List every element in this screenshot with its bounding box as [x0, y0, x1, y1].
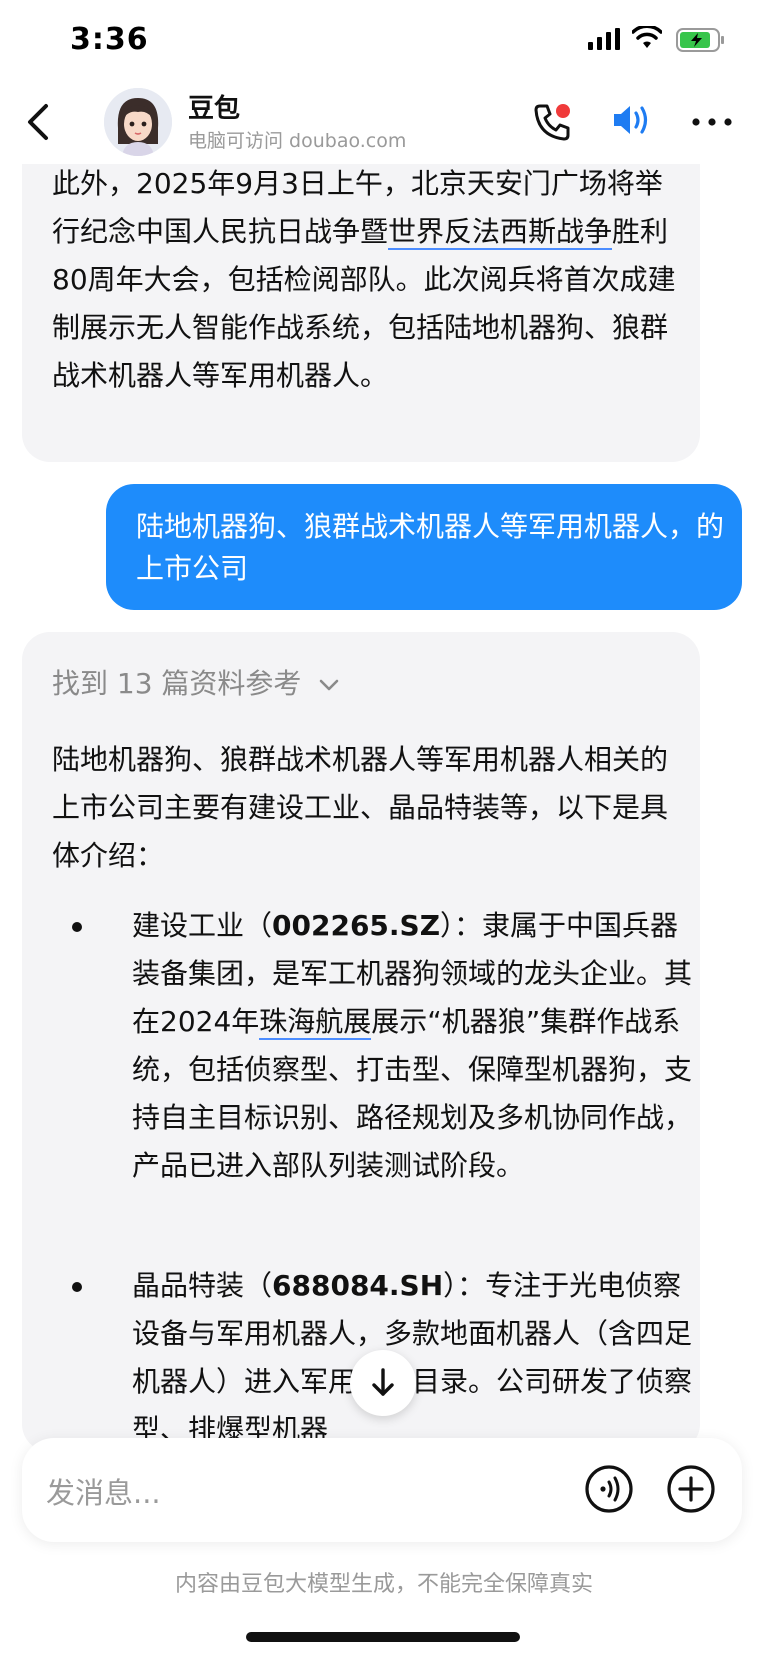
home-indicator — [246, 1632, 520, 1642]
avatar[interactable] — [104, 88, 172, 156]
message-intro: 陆地机器狗、狼群战术机器人等军用机器人相关的上市公司主要有建设工业、晶品特装等，… — [52, 743, 669, 872]
company-name: 晶品特装（ — [132, 1269, 273, 1302]
battery-icon — [676, 28, 724, 52]
list-item-text: 建设工业（002265.SZ）：隶属于中国兵器装备集团，是军工机器狗领域的龙头企… — [132, 902, 698, 1190]
assistant-message: 找到 13 篇资料参考 陆地机器狗、狼群战术机器人等军用机器人相关的上市公司主要… — [22, 632, 700, 1452]
back-icon[interactable] — [22, 100, 56, 144]
user-message: 陆地机器狗、狼群战术机器人等军用机器人，的上市公司 — [106, 484, 742, 610]
assistant-message: 此外，2025年9月3日上午，北京天安门广场将举行纪念中国人民抗日战争暨世界反法… — [22, 136, 700, 462]
plus-icon[interactable] — [666, 1464, 716, 1514]
status-bar: 3:36 — [0, 0, 768, 80]
bot-name: 豆包 — [188, 94, 241, 124]
more-icon[interactable] — [690, 102, 734, 142]
wifi-icon — [632, 26, 662, 48]
message-input[interactable]: 发消息... — [46, 1470, 161, 1512]
company-name: 建设工业（ — [132, 909, 273, 942]
scroll-to-bottom-button[interactable] — [350, 1350, 416, 1416]
avatar-illustration — [104, 88, 172, 156]
bot-subtitle: 电脑可访问 doubao.com — [188, 130, 407, 152]
inline-link[interactable]: 世界反法西斯战争 — [388, 215, 613, 250]
speaker-icon[interactable] — [610, 98, 654, 142]
inline-link[interactable]: 珠海航展 — [259, 1005, 372, 1040]
signal-icon — [588, 28, 620, 50]
arrow-down-icon — [372, 1368, 394, 1396]
voice-icon[interactable] — [584, 1464, 634, 1514]
notification-dot — [556, 104, 570, 118]
references-label: 找到 13 篇资料参考 — [52, 667, 302, 700]
bullet-dot — [72, 922, 82, 932]
ai-disclaimer: 内容由豆包大模型生成，不能完全保障真实 — [174, 1572, 593, 1597]
user-message-text: 陆地机器狗、狼群战术机器人等军用机器人，的上市公司 — [136, 510, 725, 585]
chat-header: 豆包 电脑可访问 doubao.com — [0, 80, 768, 164]
chevron-down-icon — [320, 679, 339, 691]
stock-code: 688084.SH — [272, 1269, 444, 1302]
stock-code: 002265.SZ — [272, 909, 441, 942]
message-input-bar: 发消息... — [22, 1438, 742, 1542]
list-item-text: 晶品特装（688084.SH）：专注于光电侦察设备与军用机器人，多款地面机器人（… — [132, 1262, 698, 1452]
references-toggle[interactable]: 找到 13 篇资料参考 — [52, 662, 340, 702]
status-time: 3:36 — [70, 22, 149, 57]
message-text: 此外，2025年9月3日上午，北京天安门广场将举行纪念中国人民抗日战争暨世界反法… — [52, 160, 682, 400]
bullet-dot — [72, 1282, 82, 1292]
